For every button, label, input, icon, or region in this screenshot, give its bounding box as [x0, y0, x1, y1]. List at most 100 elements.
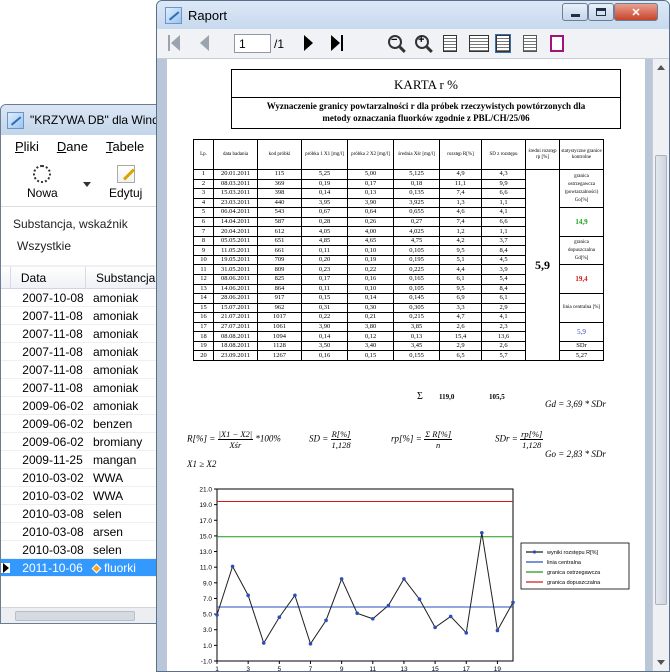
cell-mean: 3,85 [393, 321, 440, 333]
data-point [464, 631, 469, 635]
prev-page-icon [200, 35, 209, 51]
table-row[interactable]: 2009-06-02 benzen [1, 415, 169, 433]
table-row[interactable]: 2010-03-08 selen [1, 541, 169, 559]
x-tick-label: 17 [463, 666, 471, 671]
cell-date: 2010-03-08 [22, 542, 84, 557]
zoom-in-button[interactable]: + [415, 34, 429, 49]
cell-x2: 0,14 [347, 293, 394, 304]
app-icon [7, 111, 24, 129]
raport-titlebar[interactable]: Raport ✕ [157, 1, 669, 29]
table-row[interactable]: 2009-11-25 mangan [1, 451, 169, 469]
table-row[interactable]: 2010-03-02 WWA [1, 487, 169, 505]
cell-mean: 4,025 [393, 226, 440, 237]
page-setup-button[interactable] [523, 35, 537, 52]
cell-lp: 5 [193, 207, 214, 218]
cell-x1: 3,50 [301, 340, 348, 352]
cell-sd: 2,3 [481, 321, 526, 333]
table-row[interactable]: 2009-06-02 bromiany [1, 433, 169, 451]
edit-icon [116, 165, 135, 183]
table-row[interactable]: 2011-10-06 fluorki [1, 559, 169, 577]
page-number-input[interactable] [234, 34, 271, 53]
cell-code: 587 [257, 216, 302, 228]
cell-mean: 5,125 [393, 169, 440, 180]
data-point [308, 642, 313, 646]
table-row[interactable]: 2007-11-08 amoniak [1, 307, 169, 325]
x-tick-label: 11 [369, 666, 376, 671]
cell-date: 27.07.2011 [213, 321, 258, 333]
table-row[interactable]: 2010-03-08 selen [1, 505, 169, 523]
minimize-button[interactable] [562, 3, 588, 21]
cell-date: 31.05.2011 [213, 264, 258, 275]
table-row[interactable]: 2007-11-08 amoniak [1, 343, 169, 361]
cell-x2: 0,16 [347, 274, 394, 285]
new-button[interactable]: Nowa [27, 165, 58, 200]
cell-code: 612 [257, 226, 302, 237]
main-toolbar: Nowa Edytuj [1, 157, 169, 207]
cell-x1: 0,16 [301, 350, 348, 361]
cell-x1: 0,22 [301, 312, 348, 323]
cell-sd: 6,6 [481, 216, 526, 228]
table-row[interactable]: 2007-11-08 amoniak [1, 325, 169, 343]
last-page-button[interactable] [331, 35, 343, 51]
substance-filter-select[interactable]: Wszystkie [13, 239, 157, 253]
maximize-button[interactable] [588, 3, 614, 21]
table-row[interactable]: 2009-06-02 amoniak [1, 397, 169, 415]
scroll-down-icon[interactable] [657, 660, 665, 665]
data-point [215, 613, 219, 617]
print-icon [550, 35, 564, 52]
cell-lp: 7 [193, 226, 214, 237]
results-table: Lp. data badania kod próbki próbka 1 X1 … [193, 139, 604, 361]
menu-tabele[interactable]: Tabele [106, 139, 144, 154]
grid-scroll-thumb[interactable] [15, 611, 135, 621]
report-toolbar: /1 − + [157, 29, 669, 59]
y-tick-label: 17.0 [199, 518, 212, 525]
cell-substance-text: mangan [92, 452, 137, 467]
legend-label: wyniki rozstępu R[%] [546, 550, 599, 556]
krzywa-window-titlebar[interactable]: "KRZYWA DB" dla Windo [1, 105, 169, 135]
menu-pliki[interactable]: Pliki [15, 139, 39, 154]
grid-col-date[interactable]: Data [11, 267, 86, 288]
hdr-x2: próbka 2 X2 [mg/l] [347, 139, 394, 170]
raport-title: Raport [188, 7, 228, 23]
first-page-button[interactable] [168, 35, 180, 51]
formula-r-den: Xśr [229, 440, 242, 450]
central-line-value: 5,9 [559, 321, 604, 342]
prev-page-button[interactable] [200, 35, 209, 51]
table-row[interactable]: 2010-03-02 WWA [1, 469, 169, 487]
edit-button[interactable]: Edytuj [109, 165, 142, 200]
cell-date: 08.08.2011 [213, 331, 258, 342]
cell-lp: 8 [193, 235, 214, 247]
whole-page-button[interactable] [495, 34, 511, 53]
table-row[interactable]: 2007-11-08 amoniak [1, 379, 169, 397]
two-pages-button[interactable] [469, 35, 489, 52]
data-point [511, 600, 515, 605]
report-vertical-scrollbar[interactable] [652, 59, 669, 671]
cell-date: 08.06.2011 [213, 274, 258, 285]
grid-horizontal-scrollbar[interactable] [1, 607, 169, 623]
legend-label: granica ostrzegawcza [547, 570, 601, 576]
cell-lp: 2 [193, 178, 214, 190]
cell-mean: 0,105 [393, 283, 440, 295]
table-row[interactable]: 2007-11-08 amoniak [1, 361, 169, 379]
zoom-out-button[interactable]: − [388, 34, 402, 49]
menu-dane[interactable]: Dane [57, 139, 88, 154]
cell-x1: 0,17 [301, 274, 348, 285]
cell-lp: 14 [193, 293, 214, 304]
y-tick-label: 1.0 [203, 643, 212, 650]
next-page-button[interactable] [304, 35, 313, 51]
cell-mean: 0,165 [393, 274, 440, 285]
scroll-up-icon[interactable] [657, 65, 665, 70]
table-row[interactable]: 2010-03-08 arsen [1, 523, 169, 541]
new-dropdown-arrow-icon[interactable] [83, 182, 91, 187]
page-width-button[interactable] [443, 35, 457, 52]
cell-sd: 4,1 [481, 207, 526, 218]
cell-lp: 19 [193, 340, 214, 352]
cell-r: 4,2 [439, 235, 482, 247]
report-scroll-thumb[interactable] [655, 155, 667, 605]
cell-lp: 3 [193, 188, 214, 199]
close-button[interactable]: ✕ [614, 3, 658, 21]
y-tick-label: 3.0 [203, 627, 212, 634]
print-button[interactable] [550, 35, 564, 52]
table-row[interactable]: 2007-10-08 amoniak [1, 289, 169, 307]
main-menubar: Pliki Dane Tabele [1, 135, 169, 157]
